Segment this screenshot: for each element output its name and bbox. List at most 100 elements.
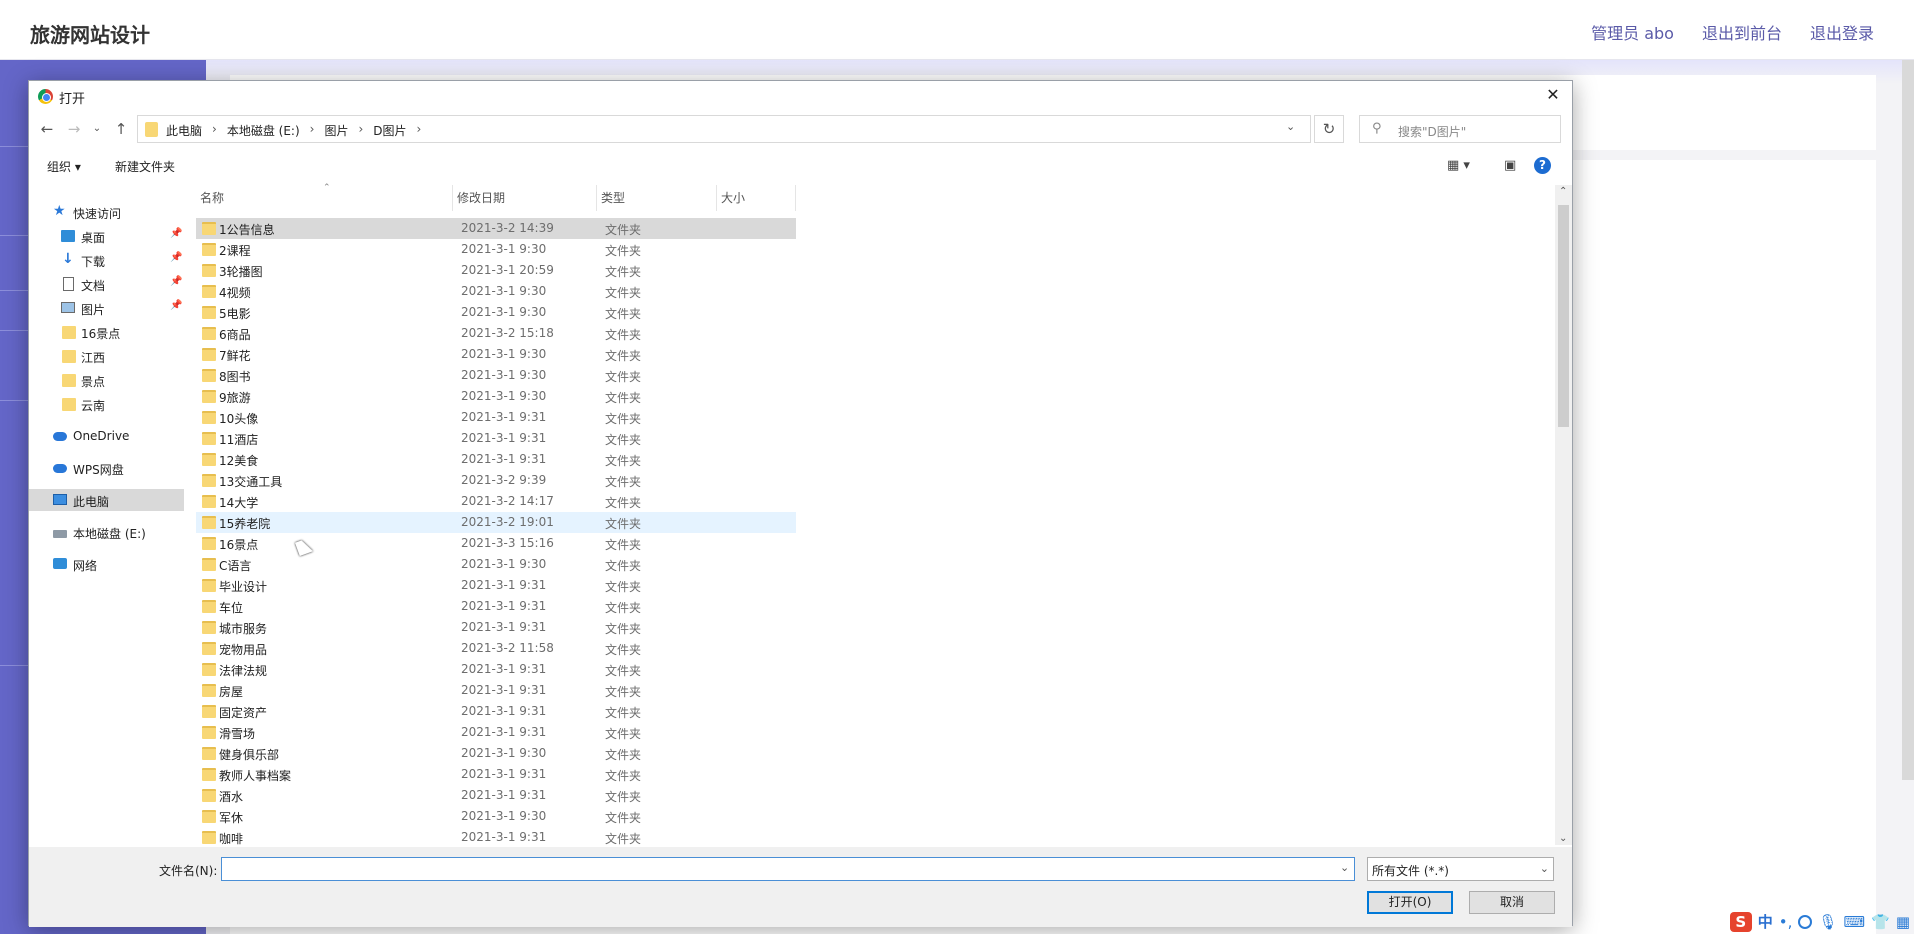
chevron-down-icon[interactable]: ⌄ (1340, 861, 1349, 874)
up-arrow-icon[interactable]: ↑ (111, 120, 131, 138)
file-row[interactable]: 3轮播图 2021-3-1 20:59 文件夹 (196, 260, 796, 281)
punctuation-icon[interactable]: •, (1779, 913, 1793, 931)
filename-input[interactable] (221, 857, 1355, 881)
file-row[interactable]: 宠物用品 2021-3-2 11:58 文件夹 (196, 638, 796, 659)
file-type-value: 所有文件 (*.*) (1372, 864, 1449, 878)
organize-button[interactable]: 组织 ▾ (47, 158, 81, 175)
file-row[interactable]: 7鲜花 2021-3-1 9:30 文件夹 (196, 344, 796, 365)
search-input[interactable]: ⚲ 搜索"D图片" (1359, 115, 1561, 143)
cancel-button[interactable]: 取消 (1469, 891, 1555, 914)
chevron-down-icon[interactable]: ⌄ (1286, 120, 1295, 133)
admin-user-link[interactable]: 管理员 abo (1591, 20, 1674, 44)
scroll-up-icon[interactable]: ⌃ (1559, 186, 1567, 197)
file-row[interactable]: 1公告信息 2021-3-2 14:39 文件夹 (196, 218, 796, 239)
file-row[interactable]: 11酒店 2021-3-1 9:31 文件夹 (196, 428, 796, 449)
file-name: 4视频 (219, 286, 251, 300)
back-arrow-icon[interactable]: ← (37, 120, 57, 138)
forward-arrow-icon[interactable]: → (64, 120, 84, 138)
breadcrumb-local-disk[interactable]: 本地磁盘 (E:) (227, 122, 300, 139)
logout-link[interactable]: 退出登录 (1810, 20, 1874, 44)
file-row[interactable]: 5电影 2021-3-1 9:30 文件夹 (196, 302, 796, 323)
nav-item-jiangxi[interactable]: 江西 (29, 345, 184, 367)
file-row[interactable]: 16景点 2021-3-3 15:16 文件夹 (196, 533, 796, 554)
file-row[interactable]: 车位 2021-3-1 9:31 文件夹 (196, 596, 796, 617)
pc-icon (53, 494, 67, 505)
file-row[interactable]: 4视频 2021-3-1 9:30 文件夹 (196, 281, 796, 302)
microphone-icon[interactable]: 🎙 (1818, 913, 1837, 931)
breadcrumb-this-pc[interactable]: 此电脑 (166, 122, 202, 139)
file-row[interactable]: C语言 2021-3-1 9:30 文件夹 (196, 554, 796, 575)
file-row[interactable]: 13交通工具 2021-3-2 9:39 文件夹 (196, 470, 796, 491)
file-row[interactable]: 房屋 2021-3-1 9:31 文件夹 (196, 680, 796, 701)
file-row[interactable]: 10头像 2021-3-1 9:31 文件夹 (196, 407, 796, 428)
column-header-date[interactable]: 修改日期 (453, 185, 597, 211)
nav-item-yunnan[interactable]: 云南 (29, 393, 184, 415)
address-bar[interactable]: 此电脑 › 本地磁盘 (E:) › 图片 › D图片 › ⌄ (137, 115, 1311, 143)
ime-mode[interactable]: 中 (1758, 911, 1773, 932)
nav-item-this-pc[interactable]: 此电脑 (29, 489, 184, 511)
search-icon: ⚲ (1372, 121, 1382, 136)
column-header-type[interactable]: 类型 (597, 185, 717, 211)
nav-item-16jingdian[interactable]: 16景点 (29, 321, 184, 343)
nav-item-documents[interactable]: 文档 📌 (29, 273, 184, 295)
file-row[interactable]: 2课程 2021-3-1 9:30 文件夹 (196, 239, 796, 260)
new-folder-button[interactable]: 新建文件夹 (115, 158, 175, 175)
nav-item-onedrive[interactable]: OneDrive (29, 425, 184, 447)
view-options-icon[interactable]: ▦ ▾ (1447, 158, 1470, 173)
nav-item-quick-access[interactable]: ★ 快速访问 (29, 201, 184, 223)
chevron-right-icon: › (212, 122, 217, 136)
file-row[interactable]: 咖啡 2021-3-1 9:31 文件夹 (196, 827, 796, 848)
folder-icon (202, 537, 216, 550)
file-row[interactable]: 教师人事档案 2021-3-1 9:31 文件夹 (196, 764, 796, 785)
file-name: 1公告信息 (219, 223, 275, 237)
scroll-down-icon[interactable]: ⌄ (1559, 833, 1567, 844)
breadcrumb-d-pictures[interactable]: D图片 (373, 122, 406, 139)
nav-item-jingdian[interactable]: 景点 (29, 369, 184, 391)
file-row[interactable]: 毕业设计 2021-3-1 9:31 文件夹 (196, 575, 796, 596)
folder-icon (202, 243, 216, 256)
close-icon[interactable]: ✕ (1540, 84, 1566, 106)
page-scrollbar[interactable] (1902, 60, 1914, 780)
folder-icon (62, 326, 76, 339)
nav-item-local-disk[interactable]: 本地磁盘 (E:) (29, 521, 184, 543)
star-icon: ★ (53, 203, 66, 219)
column-header-name[interactable]: ⌃ 名称 (196, 183, 453, 211)
file-row[interactable]: 9旅游 2021-3-1 9:30 文件夹 (196, 386, 796, 407)
file-row[interactable]: 固定资产 2021-3-1 9:31 文件夹 (196, 701, 796, 722)
file-row[interactable]: 军休 2021-3-1 9:30 文件夹 (196, 806, 796, 827)
file-row[interactable]: 法律法规 2021-3-1 9:31 文件夹 (196, 659, 796, 680)
open-button[interactable]: 打开(O) (1367, 891, 1453, 914)
file-row[interactable]: 15养老院 2021-3-2 19:01 文件夹 (196, 512, 796, 533)
column-header-size[interactable]: 大小 (717, 185, 796, 211)
file-type-select[interactable]: 所有文件 (*.*) ⌄ (1367, 857, 1554, 881)
file-row[interactable]: 滑雪场 2021-3-1 9:31 文件夹 (196, 722, 796, 743)
file-row[interactable]: 8图书 2021-3-1 9:30 文件夹 (196, 365, 796, 386)
file-row[interactable]: 城市服务 2021-3-1 9:31 文件夹 (196, 617, 796, 638)
breadcrumb-pictures[interactable]: 图片 (324, 122, 348, 139)
file-row[interactable]: 6商品 2021-3-2 15:18 文件夹 (196, 323, 796, 344)
back-to-frontend-link[interactable]: 退出到前台 (1702, 20, 1782, 44)
keyboard-icon[interactable]: ⌨ (1843, 913, 1865, 931)
file-list-scrollbar[interactable]: ⌃ ⌄ (1555, 185, 1572, 845)
refresh-icon[interactable]: ↻ (1314, 115, 1344, 143)
skin-icon[interactable]: 👕 (1871, 913, 1890, 931)
recent-locations-chevron-icon[interactable]: ⌄ (87, 123, 107, 134)
nav-item-label: 快速访问 (73, 207, 122, 221)
file-row[interactable]: 12美食 2021-3-1 9:31 文件夹 (196, 449, 796, 470)
file-row[interactable]: 14大学 2021-3-2 14:17 文件夹 (196, 491, 796, 512)
file-row[interactable]: 健身俱乐部 2021-3-1 9:30 文件夹 (196, 743, 796, 764)
file-type: 文件夹 (605, 706, 642, 720)
nav-item-pictures[interactable]: 图片 📌 (29, 297, 184, 319)
folder-icon (145, 122, 158, 137)
file-row[interactable]: 酒水 2021-3-1 9:31 文件夹 (196, 785, 796, 806)
preview-pane-icon[interactable]: ▣ (1504, 158, 1516, 173)
help-icon[interactable]: ? (1534, 157, 1551, 174)
nav-item-wps-drive[interactable]: WPS网盘 (29, 457, 184, 479)
toolbox-icon[interactable]: ▦ (1896, 913, 1910, 931)
sogou-logo-icon[interactable]: S (1729, 911, 1752, 932)
nav-item-downloads[interactable]: ↓ 下载 📌 (29, 249, 184, 271)
nav-item-desktop[interactable]: 桌面 📌 (29, 225, 184, 247)
scrollbar-thumb[interactable] (1558, 205, 1569, 427)
emoji-icon[interactable] (1798, 914, 1813, 929)
nav-item-network[interactable]: 网络 (29, 553, 184, 575)
